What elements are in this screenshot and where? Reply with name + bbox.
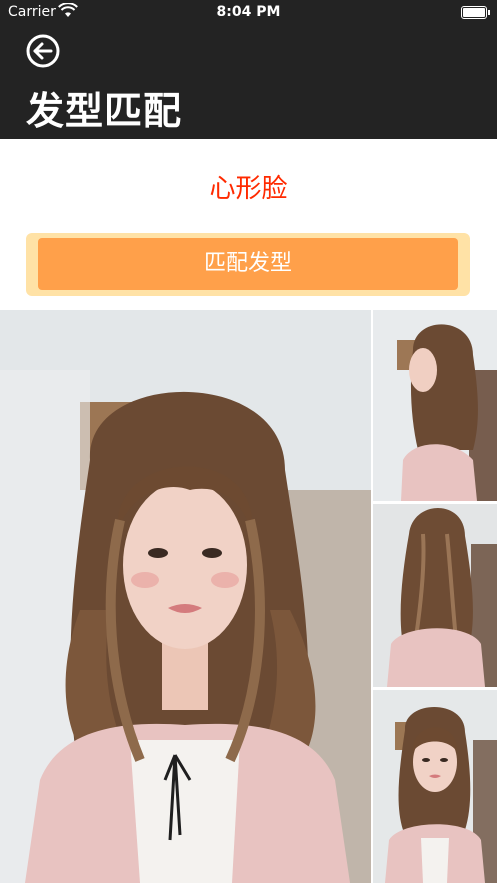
hairstyle-back-view[interactable]: [373, 504, 497, 687]
battery-cap: [488, 10, 490, 15]
match-hairstyle-button[interactable]: 匹配发型: [38, 238, 458, 290]
page-title: 发型匹配: [26, 89, 183, 133]
back-arrow-circle-icon: [26, 34, 60, 68]
status-bar: Carrier 8:04 PM: [0, 0, 497, 26]
battery-icon: [461, 6, 487, 19]
hairstyle-gallery: [0, 310, 497, 883]
hairstyle-main-photo[interactable]: [0, 310, 371, 883]
navigation-header: 发型匹配: [0, 26, 497, 139]
face-type-label: 心形脸: [209, 174, 288, 204]
hairstyle-front-view[interactable]: [373, 690, 497, 883]
status-time: 8:04 PM: [216, 4, 281, 20]
hairstyle-side-view[interactable]: [373, 310, 497, 501]
back-button[interactable]: [26, 34, 60, 68]
match-button-frame: 匹配发型: [26, 233, 470, 296]
